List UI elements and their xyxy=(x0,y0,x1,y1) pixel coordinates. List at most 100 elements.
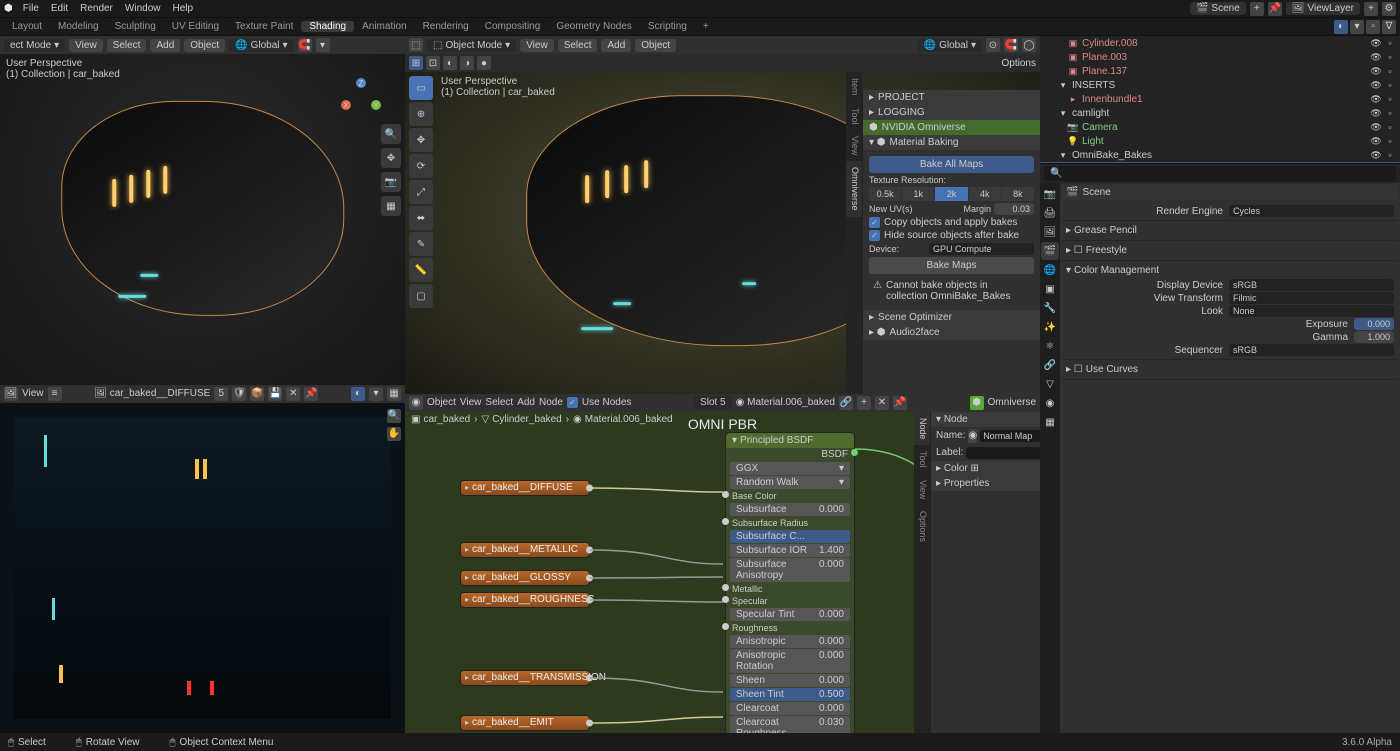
use-nodes-chk[interactable]: ✓ xyxy=(567,397,578,408)
orient-dropdown[interactable]: 🌐 Global ▾ xyxy=(229,39,293,52)
ptab-object[interactable]: ▣ xyxy=(1041,280,1059,298)
bsdf-row-15[interactable]: Clearcoat Roughness0.030 xyxy=(730,716,850,734)
vp-menu-select[interactable]: Select xyxy=(107,39,147,52)
mat-link-icon[interactable]: 🔗 xyxy=(839,396,853,410)
chk-hide[interactable]: ✓ xyxy=(869,230,880,241)
ptab-material[interactable]: ◉ xyxy=(1041,394,1059,412)
axis-x[interactable]: X xyxy=(341,100,351,110)
node-color-sec[interactable]: ▸ Color ⊞ xyxy=(931,461,1040,476)
chk-copy[interactable]: ✓ xyxy=(869,217,880,228)
res-1k[interactable]: 1k xyxy=(902,187,934,201)
orient-dd-mid[interactable]: 🌐 Global ▾ xyxy=(918,39,982,52)
mat-pin-icon[interactable]: 📌 xyxy=(893,396,907,410)
node-principled-bsdf[interactable]: ▾ Principled BSDF BSDF GGX▾ Random Walk▾… xyxy=(725,432,855,734)
overlay-t3[interactable]: ◐ xyxy=(443,56,457,70)
uv-list-icon[interactable]: ≡ xyxy=(48,387,62,401)
uv-slot[interactable]: 5 xyxy=(214,387,228,401)
uv-pan-icon[interactable]: ✋ xyxy=(387,427,401,441)
uv-pack-icon[interactable]: 📦 xyxy=(250,387,264,401)
mode-dropdown[interactable]: ect Mode ▾ xyxy=(4,39,65,52)
res-4k[interactable]: 4k xyxy=(969,187,1001,201)
render-engine-dd[interactable]: Cycles xyxy=(1229,205,1394,217)
uv-disp-1[interactable]: ◐ xyxy=(351,387,365,401)
ptab-texture[interactable]: ▦ xyxy=(1041,413,1059,431)
pivot-icon[interactable]: ⊙ xyxy=(986,38,1000,52)
outliner-row-5[interactable]: ▾camlight👁▫ xyxy=(1040,106,1400,120)
persp-icon[interactable]: ▦ xyxy=(381,196,401,216)
shading-toggle-2[interactable]: ▾ xyxy=(1350,20,1364,34)
tool-annotate[interactable]: ✎ xyxy=(409,232,433,256)
sec-grease[interactable]: ▸ Grease Pencil xyxy=(1066,223,1394,238)
bsdf-row-5[interactable]: Subsurface Anisotropy0.000 xyxy=(730,558,850,582)
res-05k[interactable]: 0.5k xyxy=(869,187,901,201)
bsdf-dist[interactable]: GGX▾ xyxy=(730,462,850,475)
snap-dd[interactable]: ▾ xyxy=(316,38,330,52)
menu-window[interactable]: Window xyxy=(119,3,167,14)
ptab-render[interactable]: 📷 xyxy=(1041,185,1059,203)
crumb-mesh[interactable]: ▽ Cylinder_baked xyxy=(482,414,562,425)
ptab-modifier[interactable]: 🔧 xyxy=(1041,299,1059,317)
node-tex-2[interactable]: ▸car_baked__GLOSSY xyxy=(460,570,590,586)
res-8k[interactable]: 8k xyxy=(1002,187,1034,201)
vpm-select[interactable]: Select xyxy=(558,39,598,52)
filter-icon[interactable]: ⚙ xyxy=(1382,2,1396,16)
node-select[interactable]: Select xyxy=(485,397,513,408)
vp-menu-object[interactable]: Object xyxy=(184,39,225,52)
ws-add[interactable]: + xyxy=(695,21,717,32)
ptab-scene[interactable]: 🎬 xyxy=(1041,242,1059,260)
bake-all-btn[interactable]: Bake All Maps xyxy=(869,156,1034,173)
node-add[interactable]: Add xyxy=(517,397,535,408)
ws-shading[interactable]: Shading xyxy=(301,21,354,32)
look-dd[interactable]: None xyxy=(1229,305,1394,317)
overlay-t4[interactable]: ◑ xyxy=(460,56,474,70)
bake-maps-btn[interactable]: Bake Maps xyxy=(869,257,1034,274)
axis-y[interactable]: Y xyxy=(371,100,381,110)
ptab-data[interactable]: ▽ xyxy=(1041,375,1059,393)
ptab-output[interactable]: 🖨 xyxy=(1041,204,1059,222)
ws-modeling[interactable]: Modeling xyxy=(50,21,107,32)
outliner-row-3[interactable]: ▾INSERTS👁▫ xyxy=(1040,78,1400,92)
margin-value[interactable]: 0.03 xyxy=(994,203,1034,215)
node-tex-0[interactable]: ▸car_baked__DIFFUSE xyxy=(460,480,590,496)
tool-measure[interactable]: 📏 xyxy=(409,258,433,282)
menu-file[interactable]: File xyxy=(17,3,45,14)
editor-type-uv[interactable]: 🖼 xyxy=(4,387,18,401)
vtab-node[interactable]: Node xyxy=(914,412,930,446)
ws-geonodes[interactable]: Geometry Nodes xyxy=(548,21,640,32)
device-dropdown[interactable]: GPU Compute xyxy=(929,243,1034,255)
bsdf-row-11[interactable]: Anisotropic Rotation0.000 xyxy=(730,649,850,673)
vp-menu-add[interactable]: Add xyxy=(150,39,180,52)
tool-cursor[interactable]: ⊕ xyxy=(409,102,433,126)
new-layer-icon[interactable]: + xyxy=(1364,2,1378,16)
uv-image-selector[interactable]: 🖼 car_baked__DIFFUSE xyxy=(94,388,210,399)
viewport-mid[interactable]: ▭ ⊕ ✥ ⟳ ⤢ ⬌ ✎ 📏 ▢ User Perspective (1) C… xyxy=(405,72,1040,394)
outliner-row-4[interactable]: ▸Innenbundle1👁▫ xyxy=(1040,92,1400,106)
menu-edit[interactable]: Edit xyxy=(45,3,74,14)
ws-compositing[interactable]: Compositing xyxy=(477,21,549,32)
vtab-tool-n[interactable]: Tool xyxy=(914,445,930,474)
bsdf-row-13[interactable]: Sheen Tint0.500 xyxy=(730,688,850,701)
disp-device-dd[interactable]: sRGB xyxy=(1229,279,1394,291)
outliner-row-8[interactable]: ▾OmniBake_Bakes👁▫ xyxy=(1040,148,1400,162)
node-tex-5[interactable]: ▸car_baked__EMIT xyxy=(460,715,590,731)
sec-audio2face[interactable]: ▸ ⬢ Audio2face xyxy=(863,325,1040,340)
ws-animation[interactable]: Animation xyxy=(354,21,414,32)
vtab-omniverse[interactable]: Omniverse xyxy=(846,161,862,217)
tool-select[interactable]: ▭ xyxy=(409,76,433,100)
scene-selector[interactable]: 🎬 Scene xyxy=(1190,2,1246,15)
zoom-icon[interactable]: 🔍 xyxy=(381,124,401,144)
uv-shield-icon[interactable]: 🛡 xyxy=(232,387,246,401)
outliner-row-0[interactable]: ▣Cylinder.008👁▫ xyxy=(1040,36,1400,50)
ws-texpaint[interactable]: Texture Paint xyxy=(227,21,301,32)
camera-icon[interactable]: 📷 xyxy=(381,172,401,192)
bsdf-row-4[interactable]: Subsurface IOR1.400 xyxy=(730,544,850,557)
sec-matbake[interactable]: ▾ ⬢ Material Baking xyxy=(863,135,1040,150)
overlay-t1[interactable]: ⊞ xyxy=(409,56,423,70)
sequencer-dd[interactable]: sRGB xyxy=(1229,344,1394,356)
mat-new-icon[interactable]: + xyxy=(857,396,871,410)
sec-freestyle[interactable]: ▸ ☐ Freestyle xyxy=(1066,243,1394,258)
bsdf-row-3[interactable]: Subsurface C... xyxy=(730,530,850,543)
ws-scripting[interactable]: Scripting xyxy=(640,21,695,32)
uv-disp-2[interactable]: ▾ xyxy=(369,387,383,401)
shading-toggle-1[interactable]: ◐ xyxy=(1334,20,1348,34)
